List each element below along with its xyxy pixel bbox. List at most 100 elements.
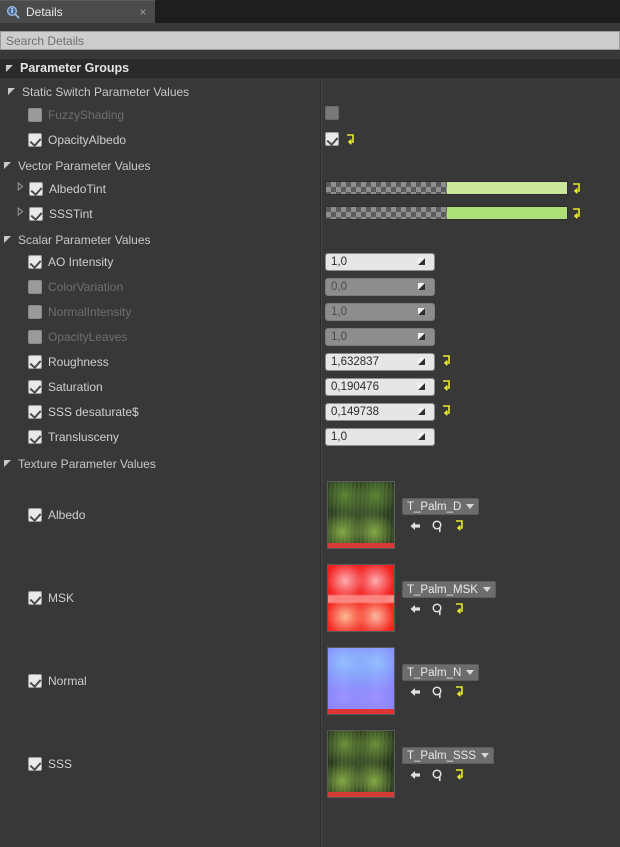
enable-checkbox[interactable]: [28, 355, 42, 369]
reset-to-default-icon[interactable]: [441, 379, 452, 391]
enable-checkbox[interactable]: [28, 757, 42, 771]
drag-spinner-icon[interactable]: [415, 355, 431, 369]
row-opacityleaves[interactable]: OpacityLeaves: [28, 329, 127, 345]
palm-sss-thumbnail[interactable]: [327, 730, 395, 798]
reset-to-default-icon[interactable]: [441, 354, 452, 366]
enable-checkbox[interactable]: [28, 380, 42, 394]
asset-picker-sss[interactable]: T_Palm_SSS: [402, 747, 495, 764]
tab-details[interactable]: Details ×: [0, 0, 155, 23]
row-ssstint[interactable]: SSSTint: [29, 206, 93, 222]
color-swatch-albedotint[interactable]: [325, 181, 568, 195]
row-msk[interactable]: MSK: [28, 590, 74, 606]
asset-picker-albedo[interactable]: T_Palm_D: [402, 498, 480, 515]
expand-arrow-icon[interactable]: [16, 207, 25, 216]
enable-checkbox[interactable]: [28, 108, 42, 122]
details-magnifier-icon: [6, 5, 20, 19]
enable-checkbox[interactable]: [28, 330, 42, 344]
drag-spinner-icon[interactable]: [415, 380, 431, 394]
color-swatch-ssstint[interactable]: [325, 206, 568, 220]
enable-checkbox[interactable]: [29, 182, 43, 196]
browse-to-asset-icon[interactable]: [431, 602, 445, 616]
reset-to-default-icon[interactable]: [454, 685, 468, 699]
palm-mask-thumbnail[interactable]: [327, 564, 395, 632]
enable-checkbox[interactable]: [28, 255, 42, 269]
row-saturation[interactable]: Saturation: [28, 379, 103, 395]
number-input-colorvariation[interactable]: 0,0: [325, 278, 435, 296]
close-icon[interactable]: ×: [137, 6, 149, 18]
browse-to-asset-icon[interactable]: [431, 685, 445, 699]
asset-picker-normal[interactable]: T_Palm_N: [402, 664, 480, 681]
reset-to-default-icon[interactable]: [571, 207, 582, 219]
reset-to-default-icon[interactable]: [454, 768, 468, 782]
group-header-texture-parameter-values[interactable]: Texture Parameter Values: [0, 454, 620, 473]
number-input-translusceny[interactable]: 1,0: [325, 428, 435, 446]
use-selected-asset-icon[interactable]: [408, 519, 422, 533]
row-albedo[interactable]: Albedo: [28, 507, 85, 523]
row-sss-desaturate[interactable]: SSS desaturate$: [28, 404, 139, 420]
row-normalintensity[interactable]: NormalIntensity: [28, 304, 131, 320]
expand-arrow-icon[interactable]: [16, 182, 25, 191]
reset-to-default-icon[interactable]: [454, 519, 468, 533]
palm-albedo-thumbnail[interactable]: [327, 481, 395, 549]
row-ao-intensity[interactable]: AO Intensity: [28, 254, 113, 270]
row-albedotint[interactable]: AlbedoTint: [29, 181, 106, 197]
row-roughness[interactable]: Roughness: [28, 354, 109, 370]
row-label: MSK: [48, 591, 75, 605]
row-label: OpacityAlbedo: [48, 133, 127, 147]
row-label: Translusceny: [48, 430, 119, 444]
drag-spinner-icon[interactable]: [415, 305, 431, 319]
drag-spinner-icon[interactable]: [415, 430, 431, 444]
drag-spinner-icon[interactable]: [415, 280, 431, 294]
value-checkbox-fuzzyshading[interactable]: [325, 106, 339, 120]
number-value: 1,0: [331, 256, 347, 268]
enable-checkbox[interactable]: [28, 133, 42, 147]
chevron-down-icon[interactable]: [482, 587, 491, 592]
enable-checkbox[interactable]: [28, 305, 42, 319]
enable-checkbox[interactable]: [28, 674, 42, 688]
row-translusceny[interactable]: Translusceny: [28, 429, 119, 445]
number-value: 1,632837: [331, 356, 379, 368]
drag-spinner-icon[interactable]: [415, 405, 431, 419]
row-fuzzyshading[interactable]: FuzzyShading: [28, 107, 124, 123]
chevron-down-icon[interactable]: [466, 504, 475, 509]
browse-to-asset-icon[interactable]: [431, 768, 445, 782]
group-header-scalar-parameter-values[interactable]: Scalar Parameter Values: [0, 230, 620, 249]
enable-checkbox[interactable]: [29, 207, 43, 221]
number-input-roughness[interactable]: 1,632837: [325, 353, 435, 371]
drag-spinner-icon[interactable]: [415, 255, 431, 269]
use-selected-asset-icon[interactable]: [408, 602, 422, 616]
number-input-opacityleaves[interactable]: 1,0: [325, 328, 435, 346]
use-selected-asset-icon[interactable]: [408, 768, 422, 782]
asset-picker-msk[interactable]: T_Palm_MSK: [402, 581, 496, 598]
alpha-checker: [326, 182, 447, 194]
reset-to-default-icon[interactable]: [571, 182, 582, 194]
number-input-saturation[interactable]: 0,190476: [325, 378, 435, 396]
drag-spinner-icon[interactable]: [415, 330, 431, 344]
enable-checkbox[interactable]: [28, 280, 42, 294]
chevron-down-icon[interactable]: [481, 753, 490, 758]
enable-checkbox[interactable]: [28, 591, 42, 605]
category-parameter-groups[interactable]: Parameter Groups: [0, 59, 620, 78]
group-header-vector-parameter-values[interactable]: Vector Parameter Values: [0, 156, 620, 175]
number-input-normalintensity[interactable]: 1,0: [325, 303, 435, 321]
details-scroll-area[interactable]: Parameter Groups Static Switch Parameter…: [0, 56, 620, 847]
value-checkbox-opacityalbedo[interactable]: [325, 132, 339, 146]
number-input-ao-intensity[interactable]: 1,0: [325, 253, 435, 271]
group-header-static-switch-parameter-values[interactable]: Static Switch Parameter Values: [0, 82, 620, 101]
enable-checkbox[interactable]: [28, 405, 42, 419]
row-colorvariation[interactable]: ColorVariation: [28, 279, 123, 295]
search-input[interactable]: Search Details: [0, 31, 620, 50]
enable-checkbox[interactable]: [28, 508, 42, 522]
row-normal[interactable]: Normal: [28, 673, 87, 689]
row-opacityalbedo[interactable]: OpacityAlbedo: [28, 132, 126, 148]
reset-to-default-icon[interactable]: [441, 404, 452, 416]
browse-to-asset-icon[interactable]: [431, 519, 445, 533]
chevron-down-icon[interactable]: [466, 670, 475, 675]
row-sss[interactable]: SSS: [28, 756, 72, 772]
use-selected-asset-icon[interactable]: [408, 685, 422, 699]
number-input-sss-desaturate[interactable]: 0,149738: [325, 403, 435, 421]
reset-to-default-icon[interactable]: [454, 602, 468, 616]
enable-checkbox[interactable]: [28, 430, 42, 444]
reset-to-default-icon[interactable]: [345, 133, 356, 145]
palm-normal-thumbnail[interactable]: [327, 647, 395, 715]
